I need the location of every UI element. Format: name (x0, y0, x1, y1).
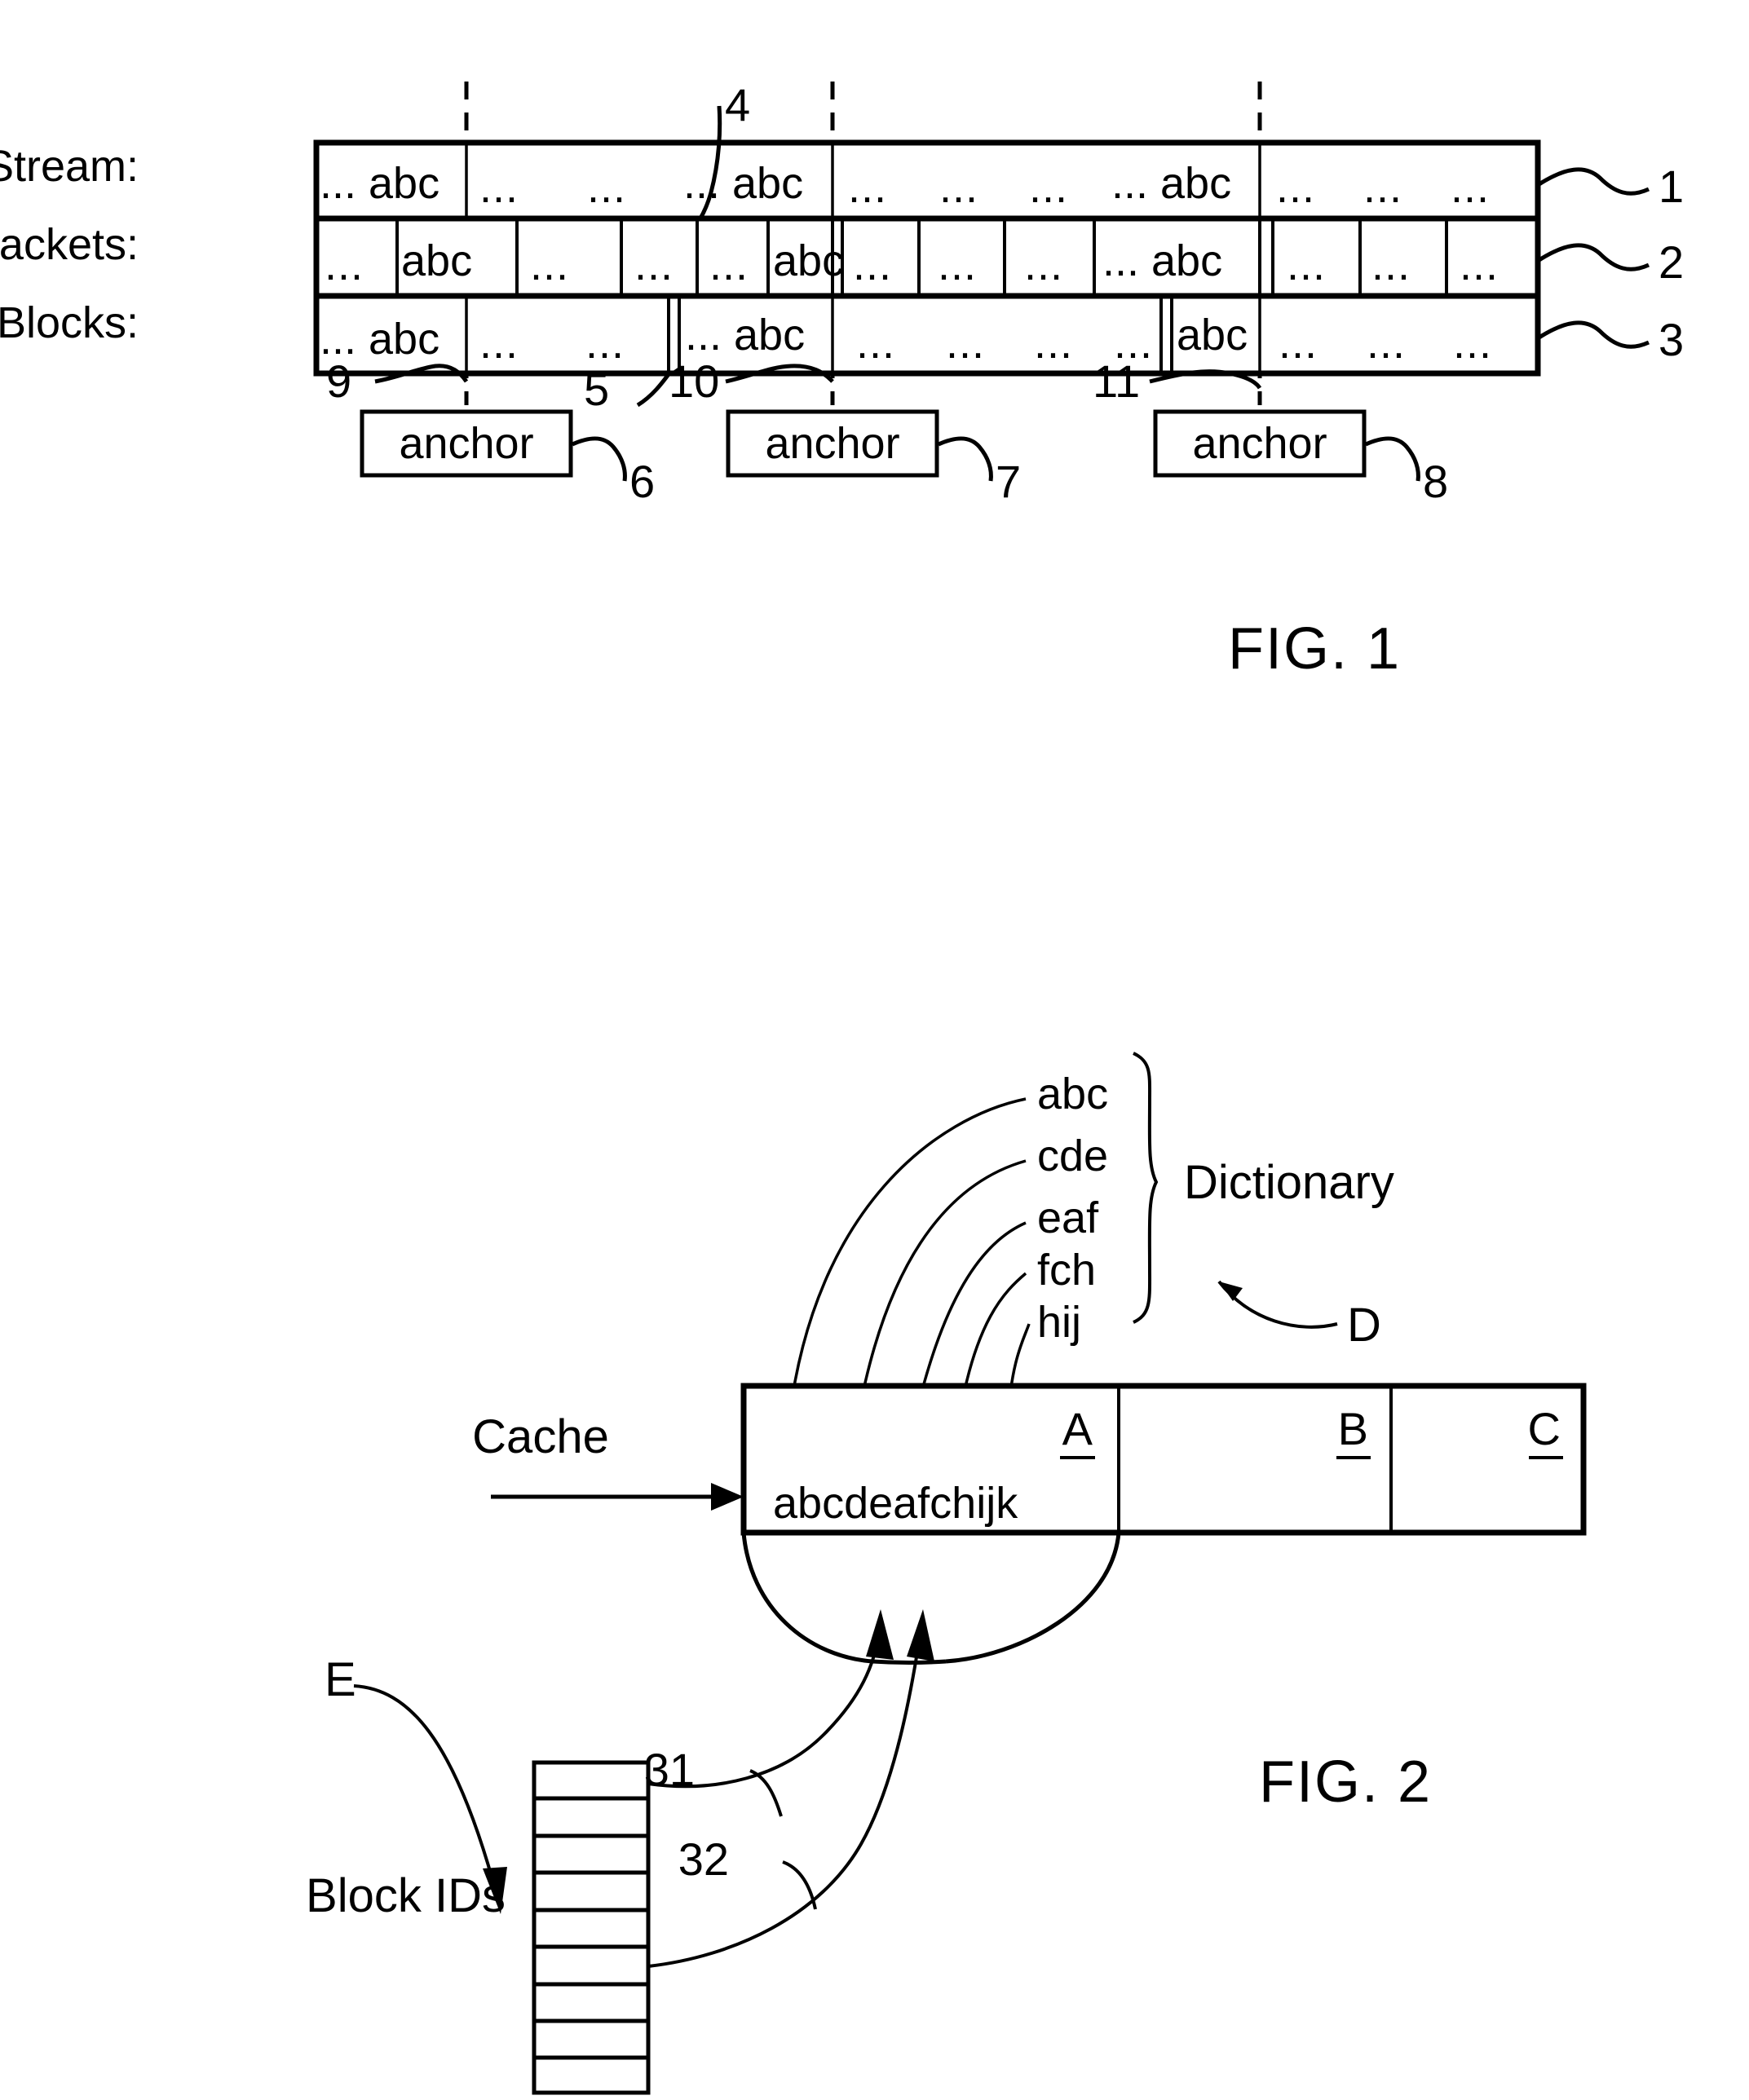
packets-cell-0: ... (325, 240, 364, 289)
cache-slot-letter-c: C (1528, 1403, 1561, 1454)
cache-funnel-right (945, 1532, 1121, 1664)
dictionary-word-1: cde (1037, 1132, 1108, 1180)
drawing-canvas: Stream: ... abc ... ... ... abc ... ... … (0, 79, 1684, 2095)
callout-9-number: 9 (326, 355, 351, 407)
anchor-box-1-label: anchor (399, 419, 533, 468)
packets-cell-8: ... (1024, 240, 1063, 289)
block-ids-column (532, 1760, 651, 2095)
pointer-32-curve (647, 1636, 921, 1968)
stream-row-label: Stream: (0, 142, 139, 191)
packets-cell-4: ... (709, 240, 749, 289)
stream-cell-6: ... (1029, 163, 1068, 212)
blocks-row-label: Blocks: (0, 298, 139, 347)
blocks-cell-4: ... (856, 319, 895, 368)
stream-cell-9: ... (1363, 163, 1402, 212)
callout-4-number: 4 (725, 79, 750, 130)
stream-cell-4: ... (848, 163, 887, 212)
anchor-1-leader (571, 436, 627, 482)
stream-cell-5: ... (939, 163, 978, 212)
dictionary-word-3: fch (1037, 1246, 1096, 1295)
stream-cell-10: ... (1451, 163, 1490, 212)
blocks-cell-1: ... (479, 319, 519, 368)
cache-funnel-left (741, 1532, 873, 1664)
blocks-cell-9: ... (1279, 319, 1318, 368)
stream-cell-7: ... abc (1111, 159, 1231, 208)
packets-cell-1: abc (401, 236, 472, 285)
figure-1-group: Stream: ... abc ... ... ... abc ... ... … (0, 79, 1684, 682)
dictionary-word-4: hij (1037, 1298, 1081, 1347)
dictionary-arrow-0 (788, 1097, 1027, 1419)
packets-ref-number: 2 (1658, 236, 1684, 288)
figure-2-caption: FIG. 2 (1259, 1749, 1432, 1815)
packets-cell-5: abc (773, 236, 844, 285)
stream-cell-0: ... abc (320, 159, 439, 208)
dictionary-arrow-1 (856, 1159, 1027, 1419)
blocks-cell-3: ... abc (685, 311, 805, 360)
dictionary-ref-letter: D (1347, 1299, 1381, 1352)
block-ids-ref-leader (353, 1684, 497, 1892)
stream-leader-line (1536, 167, 1650, 196)
cache-arrow-head (711, 1483, 744, 1511)
block-ids-ref-letter: E (325, 1653, 356, 1706)
dictionary-word-0: abc (1037, 1070, 1108, 1118)
pointer-32-arrowhead (907, 1609, 934, 1661)
figure-1-caption: FIG. 1 (1228, 616, 1401, 682)
block-ids-label: Block IDs (306, 1869, 506, 1922)
anchor-box-2-label: anchor (765, 419, 899, 468)
packets-cell-7: ... (938, 240, 977, 289)
packets-row-outline (313, 215, 1541, 299)
figure-2-group: abc cde eaf fch hij Dictionary D Cache A… (306, 1052, 1587, 2095)
cache-slot-letter-a: A (1062, 1403, 1093, 1454)
blocks-cell-8: abc (1177, 311, 1248, 360)
stream-ref-number: 1 (1658, 161, 1684, 212)
blocks-leader-line (1536, 320, 1650, 349)
cache-slot-letter-b: B (1338, 1403, 1368, 1454)
dictionary-ref-arrowhead (1219, 1282, 1243, 1301)
cache-funnel-bottom (872, 1659, 947, 1665)
pointer-32-number: 32 (678, 1833, 729, 1885)
anchor-3-ref-number: 8 (1423, 456, 1448, 507)
packets-cell-9: ... abc (1102, 236, 1222, 285)
packets-cell-6: ... (853, 240, 892, 289)
anchor-2-leader (937, 436, 993, 482)
patent-drawing-sheet: Stream: ... abc ... ... ... abc ... ... … (0, 0, 1749, 2100)
packets-cell-11: ... (1371, 240, 1411, 289)
pointer-31-arrowhead (866, 1609, 894, 1660)
blocks-cell-6: ... (1034, 319, 1073, 368)
blocks-cell-2: ... (585, 319, 625, 368)
stream-cell-2: ... (587, 163, 626, 212)
blocks-cell-5: ... (946, 319, 985, 368)
callout-11-number: 11 (1093, 355, 1140, 407)
anchor-3-leader (1364, 436, 1420, 482)
blocks-ref-number: 3 (1658, 314, 1684, 365)
cache-label: Cache (472, 1410, 609, 1463)
anchor-1-ref-number: 6 (629, 456, 655, 507)
dictionary-word-2: eaf (1037, 1193, 1099, 1242)
stream-cell-8: ... (1276, 163, 1315, 212)
anchor-box-3-label: anchor (1192, 419, 1327, 468)
packets-leader-line (1536, 243, 1650, 271)
pointer-31-number: 31 (644, 1744, 695, 1795)
packets-cell-3: ... (634, 240, 674, 289)
dictionary-brace (1133, 1052, 1159, 1324)
blocks-cell-10: ... (1367, 319, 1406, 368)
callout-5-number: 5 (584, 364, 609, 415)
pointer-31-leader (749, 1769, 783, 1817)
cache-slot-a-content: abcdeafchijk (773, 1479, 1018, 1528)
packets-cell-12: ... (1460, 240, 1499, 289)
blocks-cell-11: ... (1453, 319, 1492, 368)
packets-row-label: Packets: (0, 220, 139, 269)
packets-cell-2: ... (530, 240, 569, 289)
packets-cell-10: ... (1287, 240, 1326, 289)
anchor-2-ref-number: 7 (996, 456, 1021, 507)
callout-10-number: 10 (669, 355, 719, 407)
stream-cell-3: ... abc (683, 159, 803, 208)
stream-cell-1: ... (479, 163, 519, 212)
dictionary-label: Dictionary (1184, 1156, 1394, 1209)
